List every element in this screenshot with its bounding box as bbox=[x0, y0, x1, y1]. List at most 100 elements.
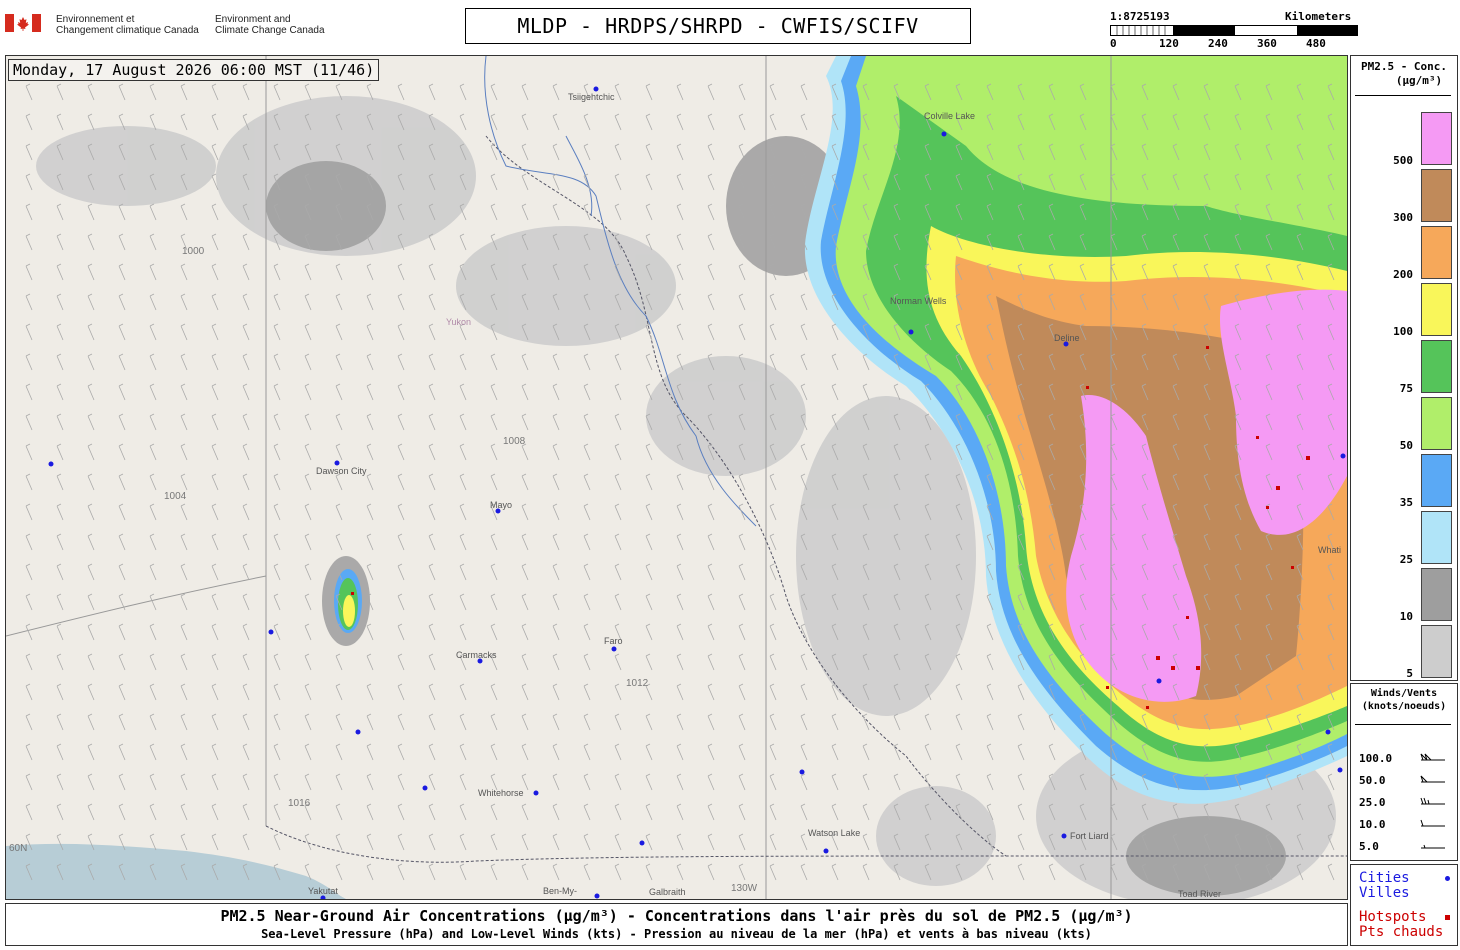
wind-barb bbox=[459, 713, 467, 731]
wind-barb bbox=[242, 773, 250, 791]
wind-barb bbox=[645, 563, 653, 581]
wind-barb bbox=[335, 353, 343, 371]
wind-barb bbox=[645, 713, 653, 731]
wind-barb bbox=[149, 713, 157, 731]
wind-barb bbox=[676, 203, 684, 221]
wind-barb bbox=[583, 203, 591, 221]
legend-swatch bbox=[1421, 625, 1452, 678]
wind-barb bbox=[87, 683, 95, 701]
place-label: Colville Lake bbox=[924, 111, 976, 121]
wind-barb bbox=[769, 803, 777, 821]
wind-barb bbox=[707, 173, 715, 191]
wind-barb bbox=[149, 353, 157, 371]
wind-barb bbox=[490, 443, 498, 461]
forecast-map[interactable]: Tsiigehtchic Colville Lake Norman Wells … bbox=[5, 55, 1348, 900]
winds-legend: Winds/Vents (knots/noeuds) 100.0 50.0 25… bbox=[1350, 683, 1458, 861]
wind-barb bbox=[800, 473, 808, 491]
wind-barb bbox=[800, 833, 808, 851]
wind-barb bbox=[769, 683, 777, 701]
wind-barb bbox=[180, 623, 188, 641]
wind-barb bbox=[242, 803, 250, 821]
wind-barb bbox=[211, 773, 219, 791]
place-label: Norman Wells bbox=[890, 296, 947, 306]
wind-barb bbox=[738, 773, 746, 791]
wind-barb bbox=[1017, 773, 1025, 791]
wind-barb bbox=[242, 743, 250, 761]
wind-barb bbox=[180, 113, 188, 131]
wind-barb bbox=[1327, 863, 1335, 881]
wind-barb bbox=[273, 353, 281, 371]
wind-barb bbox=[738, 323, 746, 341]
wind-barb bbox=[614, 203, 622, 221]
wind-barb bbox=[552, 203, 560, 221]
isobar-label: 1008 bbox=[503, 436, 526, 447]
wind-barb bbox=[521, 623, 529, 641]
place-label: Mayo bbox=[490, 500, 513, 510]
wind-barb bbox=[25, 293, 33, 311]
wind-barb bbox=[273, 653, 281, 671]
wind-barb bbox=[87, 413, 95, 431]
wind-barb bbox=[490, 563, 498, 581]
wind-barb bbox=[583, 413, 591, 431]
wind-barb bbox=[25, 353, 33, 371]
wind-barb bbox=[614, 473, 622, 491]
wind-barb bbox=[428, 533, 436, 551]
wind-barb bbox=[118, 353, 126, 371]
wind-barb bbox=[335, 443, 343, 461]
wind-barb bbox=[1017, 683, 1025, 701]
wind-barb bbox=[645, 203, 653, 221]
wind-barb bbox=[862, 773, 870, 791]
wind-barb bbox=[366, 443, 374, 461]
wind-barb bbox=[87, 653, 95, 671]
wind-barb bbox=[862, 833, 870, 851]
wind-barb bbox=[645, 443, 653, 461]
wind-barb bbox=[769, 113, 777, 131]
legend-level-label: 50 bbox=[1399, 439, 1413, 452]
wind-barb bbox=[273, 683, 281, 701]
place-label: Whati bbox=[1318, 545, 1342, 555]
forecast-timestamp: Monday, 17 August 2026 06:00 MST (11/46) bbox=[8, 59, 380, 81]
wind-barb bbox=[521, 863, 529, 881]
wind-barb bbox=[614, 803, 622, 821]
wind-barb bbox=[87, 473, 95, 491]
wind-barb bbox=[614, 833, 622, 851]
wind-barb bbox=[769, 563, 777, 581]
wind-barb bbox=[707, 263, 715, 281]
wind-barb bbox=[149, 383, 157, 401]
wind-barb bbox=[1017, 713, 1025, 731]
wind-barb bbox=[56, 293, 64, 311]
wind-barb bbox=[428, 353, 436, 371]
wind-barb bbox=[645, 623, 653, 641]
wind-barb bbox=[614, 863, 622, 881]
wind-barb bbox=[428, 743, 436, 761]
wind-barb bbox=[304, 593, 312, 611]
wind-barb bbox=[87, 443, 95, 461]
place-label: Deline bbox=[1054, 333, 1080, 343]
wind-barb bbox=[583, 353, 591, 371]
wind-barb bbox=[738, 83, 746, 101]
wind-barb bbox=[614, 503, 622, 521]
wind-barb bbox=[986, 863, 994, 881]
wind-barb bbox=[521, 113, 529, 131]
wind-barb bbox=[56, 83, 64, 101]
wind-barb bbox=[552, 713, 560, 731]
wind-barb bbox=[490, 743, 498, 761]
wind-barb bbox=[428, 323, 436, 341]
wind-barb bbox=[118, 623, 126, 641]
wind-barb bbox=[56, 593, 64, 611]
wind-barb bbox=[676, 323, 684, 341]
wind-barb bbox=[304, 503, 312, 521]
wind-barb bbox=[149, 533, 157, 551]
wind-barb bbox=[273, 263, 281, 281]
scale-tick-120: 120 bbox=[1159, 37, 1179, 50]
wind-barb bbox=[459, 353, 467, 371]
wind-barb bbox=[180, 323, 188, 341]
wind-barb bbox=[893, 743, 901, 761]
wind-barb bbox=[87, 293, 95, 311]
wind-barb bbox=[211, 323, 219, 341]
wind-barb bbox=[490, 713, 498, 731]
wind-barb bbox=[800, 353, 808, 371]
wind-barb bbox=[211, 113, 219, 131]
wind-barb bbox=[583, 713, 591, 731]
wind-barb bbox=[56, 353, 64, 371]
